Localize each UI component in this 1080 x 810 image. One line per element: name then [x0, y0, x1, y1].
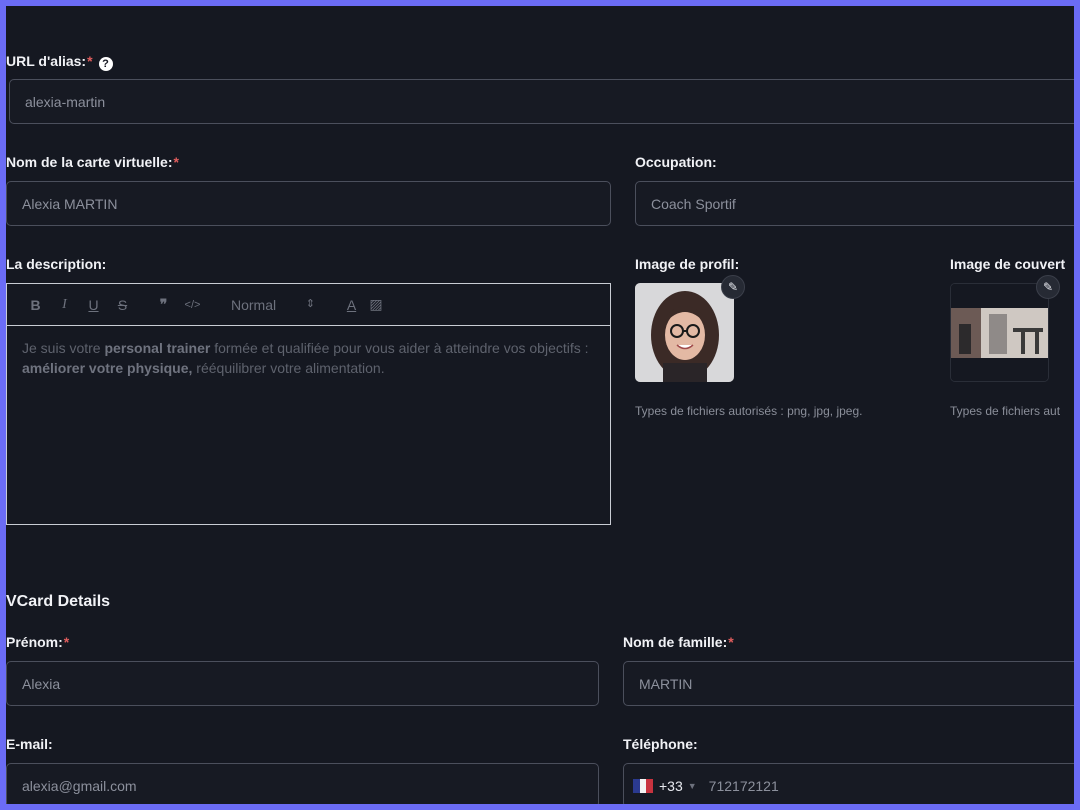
description-content[interactable]: Je suis votre personal trainer formée et…: [7, 326, 610, 390]
strikethrough-icon[interactable]: S: [108, 297, 137, 313]
cover-image-hint: Types de fichiers aut: [950, 404, 1061, 418]
dial-code: +33: [659, 777, 683, 794]
chevron-updown-icon: ⇕: [305, 297, 315, 310]
phone-input[interactable]: [696, 764, 1080, 807]
editor-toolbar: B I U S ❞ </> Normal ⇕ A ▨: [7, 284, 610, 326]
alias-input[interactable]: [10, 80, 1080, 123]
alias-label: URL d'alias:*?: [6, 53, 113, 71]
profile-photo: [635, 283, 734, 382]
description-editor[interactable]: B I U S ❞ </> Normal ⇕ A ▨ Je suis votre …: [6, 283, 611, 525]
phone-field[interactable]: +33 ▼: [623, 763, 1080, 808]
cover-image[interactable]: [950, 283, 1049, 382]
bold-icon[interactable]: B: [21, 297, 50, 313]
occupation-input[interactable]: [636, 182, 1080, 225]
code-icon[interactable]: </>: [178, 299, 207, 311]
background-color-icon[interactable]: ▨: [366, 296, 386, 313]
card-name-label: Nom de la carte virtuelle:*: [6, 154, 179, 170]
email-input[interactable]: [7, 764, 598, 807]
pencil-icon: ✎: [1042, 280, 1054, 294]
first-name-label: Prénom:*: [6, 634, 70, 650]
card-name-field[interactable]: [6, 181, 611, 226]
blockquote-icon[interactable]: ❞: [149, 296, 178, 313]
last-name-field[interactable]: [623, 661, 1080, 706]
last-name-input[interactable]: [624, 662, 1080, 705]
alias-field[interactable]: [9, 79, 1080, 124]
vcard-section-title: VCard Details: [6, 593, 111, 610]
underline-icon[interactable]: U: [79, 297, 108, 313]
edit-profile-image-button[interactable]: ✎: [721, 275, 745, 299]
help-icon[interactable]: ?: [98, 57, 113, 71]
first-name-field[interactable]: [6, 661, 599, 706]
format-select[interactable]: Normal ⇕: [231, 297, 315, 313]
email-field[interactable]: [6, 763, 599, 808]
occupation-field[interactable]: [635, 181, 1080, 226]
profile-image[interactable]: [635, 283, 734, 382]
cover-image-label: Image de couvert: [950, 256, 1066, 272]
italic-icon[interactable]: I: [50, 297, 79, 313]
occupation-label: Occupation:: [635, 154, 717, 170]
chevron-down-icon: ▼: [687, 780, 697, 791]
edit-cover-image-button[interactable]: ✎: [1036, 275, 1060, 299]
description-label: La description:: [6, 256, 107, 272]
first-name-input[interactable]: [7, 662, 598, 705]
country-code-selector[interactable]: +33 ▼: [624, 764, 697, 807]
last-name-label: Nom de famille:*: [623, 634, 734, 650]
cover-photo: [951, 284, 1048, 381]
profile-image-hint: Types de fichiers autorisés : png, jpg, …: [635, 404, 863, 418]
phone-label: Téléphone:: [623, 736, 698, 752]
pencil-icon: ✎: [727, 280, 739, 294]
france-flag-icon: [633, 778, 653, 793]
profile-image-label: Image de profil:: [635, 256, 740, 272]
card-name-input[interactable]: [7, 182, 610, 225]
text-color-icon[interactable]: A: [337, 297, 366, 313]
email-label: E-mail:: [6, 736, 53, 752]
